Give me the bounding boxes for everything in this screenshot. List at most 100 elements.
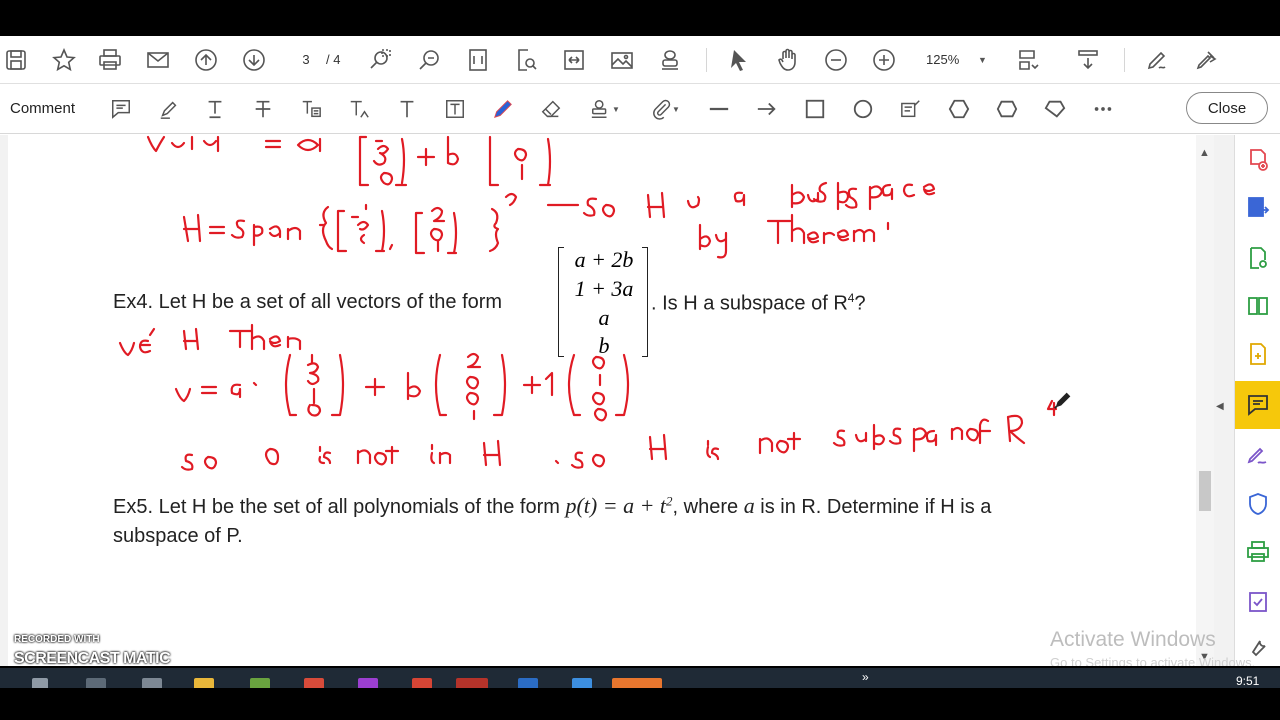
handwritten-annotations — [118, 135, 1058, 471]
taskbar-app-icon[interactable] — [250, 678, 270, 688]
taskbar-app-icon[interactable] — [518, 678, 538, 688]
ink-stroke — [252, 381, 258, 387]
prepare-form-icon[interactable] — [1245, 589, 1271, 615]
protect-icon[interactable] — [1245, 491, 1271, 517]
line-tool-icon[interactable] — [706, 96, 732, 122]
create-pdf-icon[interactable] — [1245, 147, 1271, 173]
send-for-signature-icon[interactable] — [1192, 46, 1220, 74]
sticky-note-icon[interactable] — [108, 96, 134, 122]
ink-stroke — [546, 197, 616, 218]
close-comment-button[interactable]: Close — [1186, 92, 1268, 124]
taskbar-overflow-icon[interactable]: » — [862, 670, 869, 684]
text-box-icon[interactable] — [442, 96, 468, 122]
ink-stroke — [296, 137, 322, 153]
image-tools-icon[interactable] — [608, 46, 636, 74]
oval-tool-icon[interactable] — [850, 96, 876, 122]
recorded-with-label: RECORDED WITH — [14, 634, 100, 645]
taskbar-app-icon[interactable] — [194, 678, 214, 688]
fill-sign-icon[interactable] — [1144, 46, 1172, 74]
ink-stroke — [208, 225, 226, 235]
taskbar-app-icon[interactable] — [142, 678, 162, 688]
zoom-level-select[interactable]: 125% ▼ — [916, 48, 996, 72]
ink-stroke — [358, 135, 370, 187]
underline-text-icon[interactable] — [202, 96, 228, 122]
ink-stroke — [706, 439, 720, 461]
highlight-icon[interactable] — [156, 96, 182, 122]
polygon-line-icon[interactable] — [1042, 96, 1068, 122]
zoom-minus-icon[interactable] — [822, 46, 850, 74]
rectangle-tool-icon[interactable] — [802, 96, 828, 122]
page-layout-icon[interactable] — [1014, 46, 1042, 74]
screencast-matic-logo: SCREENCAST MATIC — [14, 650, 171, 666]
ink-stroke — [434, 353, 448, 417]
stamp-icon[interactable] — [656, 46, 684, 74]
more-tools-wrench-icon[interactable] — [1245, 637, 1271, 657]
select-cursor-icon[interactable] — [726, 46, 754, 74]
print-icon[interactable] — [96, 46, 124, 74]
print-production-icon[interactable] — [1245, 539, 1271, 565]
add-text-icon[interactable] — [394, 96, 420, 122]
page-up-icon[interactable] — [192, 46, 220, 74]
screen-frame: 3 / 4 125% ▼ Comment ▼ ▼ Close Ex4. Let … — [0, 0, 1280, 720]
page-number-input[interactable]: 3 — [286, 48, 326, 72]
eraser-icon[interactable] — [538, 96, 564, 122]
page-down-icon[interactable] — [240, 46, 268, 74]
taskbar-app-icon[interactable] — [32, 678, 48, 688]
polygon-tool-icon[interactable] — [946, 96, 972, 122]
zoom-out-icon[interactable] — [416, 46, 444, 74]
marquee-zoom-icon[interactable] — [366, 46, 394, 74]
taskbar-app-icon[interactable] — [86, 678, 106, 688]
ink-stroke — [482, 439, 502, 467]
ink-stroke — [379, 171, 394, 186]
ink-stroke — [356, 445, 400, 466]
zoom-level-value: 125% — [926, 52, 960, 67]
scroll-mode-icon[interactable] — [1074, 46, 1102, 74]
scroll-up-icon[interactable]: ▲ — [1199, 147, 1210, 159]
ink-stroke — [307, 387, 322, 417]
taskbar-app-icon[interactable] — [304, 678, 324, 688]
edit-pdf-icon[interactable] — [1245, 245, 1271, 271]
attach-file-icon[interactable]: ▼ — [646, 96, 684, 122]
taskbar-app-icon[interactable] — [412, 678, 432, 688]
stamp-tool-icon[interactable]: ▼ — [586, 96, 624, 122]
taskbar-app-icon[interactable] — [358, 678, 378, 688]
draw-pencil-icon[interactable] — [490, 96, 516, 122]
replace-text-icon[interactable] — [298, 96, 324, 122]
scrollbar-thumb[interactable] — [1199, 471, 1211, 511]
arrow-tool-icon[interactable] — [754, 96, 780, 122]
cloud-tool-icon[interactable] — [994, 96, 1020, 122]
ink-stroke — [394, 137, 408, 187]
save-icon[interactable] — [2, 46, 30, 74]
comment-tool-active[interactable] — [1235, 381, 1280, 429]
ink-stroke — [504, 192, 518, 207]
hand-tool-icon[interactable] — [774, 46, 802, 74]
fit-page-icon[interactable] — [464, 46, 492, 74]
ink-stroke — [174, 387, 192, 403]
taskbar-app-icon[interactable] — [612, 678, 662, 688]
ink-stroke — [330, 353, 345, 417]
search-document-icon[interactable] — [512, 46, 540, 74]
more-tools-icon[interactable] — [1090, 96, 1116, 122]
taskbar-app-icon[interactable] — [456, 678, 488, 688]
fit-width-icon[interactable] — [560, 46, 588, 74]
ink-stroke — [488, 135, 500, 187]
strikethrough-text-icon[interactable] — [250, 96, 276, 122]
taskbar-clock: 9:51 PM — [1236, 674, 1260, 688]
fill-and-sign-icon[interactable] — [1245, 441, 1271, 467]
collapse-panel-icon[interactable]: ◀ — [1216, 401, 1224, 412]
ink-stroke — [264, 447, 280, 466]
taskbar-app-icon[interactable] — [572, 678, 592, 688]
email-icon[interactable] — [144, 46, 172, 74]
export-pdf-icon[interactable] — [1245, 195, 1271, 221]
zoom-plus-icon[interactable] — [870, 46, 898, 74]
organize-pages-icon[interactable] — [1245, 341, 1271, 367]
ink-stroke — [318, 205, 334, 251]
ink-stroke — [182, 327, 200, 351]
ink-stroke — [766, 213, 890, 245]
insert-text-icon[interactable] — [346, 96, 372, 122]
pdf-page: Ex4. Let H be a set of all vectors of th… — [8, 135, 1196, 666]
bookmark-star-icon[interactable] — [50, 46, 78, 74]
combine-files-icon[interactable] — [1245, 293, 1271, 319]
text-callout-icon[interactable] — [898, 96, 924, 122]
vertical-scrollbar[interactable]: ▲ ▼ — [1196, 135, 1214, 666]
